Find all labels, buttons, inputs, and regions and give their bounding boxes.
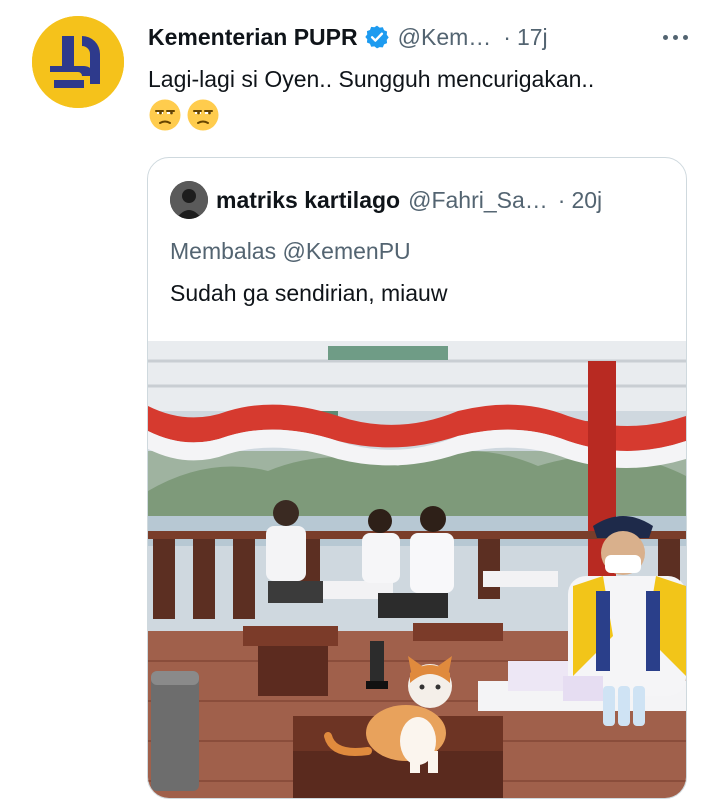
quoted-tweet-card[interactable]: matriks kartilago @Fahri_Sa… · 20j Memba… [147, 157, 687, 799]
account-avatar[interactable] [32, 16, 124, 108]
person-avatar-icon [170, 181, 208, 219]
separator-dot: · [503, 23, 511, 50]
verified-badge-icon [364, 25, 389, 49]
quoted-user-handle[interactable]: @Fahri_Sa… [408, 187, 548, 214]
tweet-header: Kementerian PUPR @Kem… · 17j [148, 20, 693, 54]
tweet-emojis [148, 98, 220, 132]
user-handle[interactable]: @Kem… [398, 24, 492, 51]
separator-dot: · [557, 186, 566, 213]
pupr-logo-icon [32, 16, 124, 108]
more-options-button[interactable] [655, 20, 695, 54]
unamused-face-icon [149, 99, 181, 131]
display-name[interactable]: Kementerian PUPR [148, 24, 358, 51]
unamused-face-icon [187, 99, 219, 131]
quoted-avatar[interactable] [170, 181, 208, 219]
quoted-display-name[interactable]: matriks kartilago [216, 187, 400, 214]
more-horizontal-icon [662, 34, 668, 40]
quoted-tweet-header: matriks kartilago @Fahri_Sa… · 20j [170, 180, 670, 220]
timestamp[interactable]: 17j [517, 24, 548, 51]
attached-photo[interactable] [148, 341, 686, 798]
replying-to[interactable]: Membalas @KemenPU [170, 234, 411, 268]
tweet-text: Lagi-lagi si Oyen.. Sungguh mencurigakan… [148, 66, 595, 92]
quoted-tweet-text: Sudah ga sendirian, miauw [170, 280, 448, 306]
quoted-timestamp[interactable]: 20j [571, 187, 602, 214]
